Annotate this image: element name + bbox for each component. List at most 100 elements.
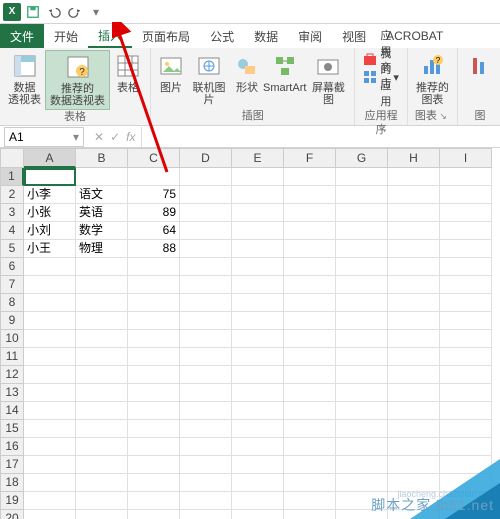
cell-H14[interactable] [388, 402, 440, 420]
cell-B5[interactable]: 物理 [76, 240, 128, 258]
cell-I11[interactable] [440, 348, 492, 366]
sparkline-button[interactable] [462, 50, 498, 84]
cell-F5[interactable] [284, 240, 336, 258]
name-box[interactable]: A1▾ [4, 127, 84, 147]
tab-data[interactable]: 数据 [244, 24, 288, 48]
cell-D1[interactable] [180, 168, 232, 186]
cell-F1[interactable] [284, 168, 336, 186]
cell-B13[interactable] [76, 384, 128, 402]
row-header-17[interactable]: 17 [0, 456, 24, 474]
cell-A18[interactable] [24, 474, 76, 492]
cell-A17[interactable] [24, 456, 76, 474]
cell-D11[interactable] [180, 348, 232, 366]
cell-F7[interactable] [284, 276, 336, 294]
cell-I3[interactable] [440, 204, 492, 222]
cell-G6[interactable] [336, 258, 388, 276]
cell-D3[interactable] [180, 204, 232, 222]
cell-C18[interactable] [128, 474, 180, 492]
row-header-1[interactable]: 1 [0, 168, 24, 186]
cell-E9[interactable] [232, 312, 284, 330]
cell-H10[interactable] [388, 330, 440, 348]
cell-C11[interactable] [128, 348, 180, 366]
cell-I9[interactable] [440, 312, 492, 330]
cell-H9[interactable] [388, 312, 440, 330]
row-header-19[interactable]: 19 [0, 492, 24, 510]
cell-G18[interactable] [336, 474, 388, 492]
cell-E18[interactable] [232, 474, 284, 492]
col-header-F[interactable]: F [284, 148, 336, 168]
cell-F9[interactable] [284, 312, 336, 330]
row-header-2[interactable]: 2 [0, 186, 24, 204]
cell-F3[interactable] [284, 204, 336, 222]
cell-G16[interactable] [336, 438, 388, 456]
cell-H2[interactable] [388, 186, 440, 204]
cell-D17[interactable] [180, 456, 232, 474]
cell-I1[interactable] [440, 168, 492, 186]
row-header-12[interactable]: 12 [0, 366, 24, 384]
cell-G9[interactable] [336, 312, 388, 330]
cell-F12[interactable] [284, 366, 336, 384]
tab-home[interactable]: 开始 [44, 24, 88, 48]
cell-A10[interactable] [24, 330, 76, 348]
cell-H7[interactable] [388, 276, 440, 294]
row-header-20[interactable]: 20 [0, 510, 24, 519]
cell-B7[interactable] [76, 276, 128, 294]
cell-H1[interactable] [388, 168, 440, 186]
cell-D14[interactable] [180, 402, 232, 420]
row-header-4[interactable]: 4 [0, 222, 24, 240]
cell-I2[interactable] [440, 186, 492, 204]
row-header-15[interactable]: 15 [0, 420, 24, 438]
cell-F2[interactable] [284, 186, 336, 204]
cell-A2[interactable]: 小李 [24, 186, 76, 204]
cell-B18[interactable] [76, 474, 128, 492]
recommended-pivot-button[interactable]: ? 推荐的 数据透视表 [45, 50, 110, 110]
cell-I4[interactable] [440, 222, 492, 240]
row-header-18[interactable]: 18 [0, 474, 24, 492]
cell-C15[interactable] [128, 420, 180, 438]
cell-E13[interactable] [232, 384, 284, 402]
cell-E20[interactable] [232, 510, 284, 519]
enter-icon[interactable]: ✓ [110, 130, 120, 144]
row-header-14[interactable]: 14 [0, 402, 24, 420]
cell-C13[interactable] [128, 384, 180, 402]
cell-H3[interactable] [388, 204, 440, 222]
tab-view[interactable]: 视图 [332, 24, 376, 48]
cell-C10[interactable] [128, 330, 180, 348]
cell-G14[interactable] [336, 402, 388, 420]
cell-E6[interactable] [232, 258, 284, 276]
cell-C16[interactable] [128, 438, 180, 456]
cell-I12[interactable] [440, 366, 492, 384]
cell-E1[interactable] [232, 168, 284, 186]
cell-A4[interactable]: 小刘 [24, 222, 76, 240]
cell-E12[interactable] [232, 366, 284, 384]
redo-button[interactable] [65, 2, 85, 22]
row-header-13[interactable]: 13 [0, 384, 24, 402]
cell-D4[interactable] [180, 222, 232, 240]
col-header-E[interactable]: E [232, 148, 284, 168]
cell-A15[interactable] [24, 420, 76, 438]
cell-A20[interactable] [24, 510, 76, 519]
cell-F18[interactable] [284, 474, 336, 492]
cell-D2[interactable] [180, 186, 232, 204]
cell-I14[interactable] [440, 402, 492, 420]
col-header-H[interactable]: H [388, 148, 440, 168]
row-header-7[interactable]: 7 [0, 276, 24, 294]
row-header-9[interactable]: 9 [0, 312, 24, 330]
app-icon[interactable]: X [2, 2, 22, 22]
cell-E15[interactable] [232, 420, 284, 438]
cell-B19[interactable] [76, 492, 128, 510]
cell-F8[interactable] [284, 294, 336, 312]
cancel-icon[interactable]: ✕ [94, 130, 104, 144]
cell-D6[interactable] [180, 258, 232, 276]
cell-C7[interactable] [128, 276, 180, 294]
cell-C19[interactable] [128, 492, 180, 510]
col-header-D[interactable]: D [180, 148, 232, 168]
col-header-G[interactable]: G [336, 148, 388, 168]
col-header-I[interactable]: I [440, 148, 492, 168]
row-header-5[interactable]: 5 [0, 240, 24, 258]
row-header-8[interactable]: 8 [0, 294, 24, 312]
cell-D15[interactable] [180, 420, 232, 438]
cell-I8[interactable] [440, 294, 492, 312]
row-header-6[interactable]: 6 [0, 258, 24, 276]
cell-F11[interactable] [284, 348, 336, 366]
